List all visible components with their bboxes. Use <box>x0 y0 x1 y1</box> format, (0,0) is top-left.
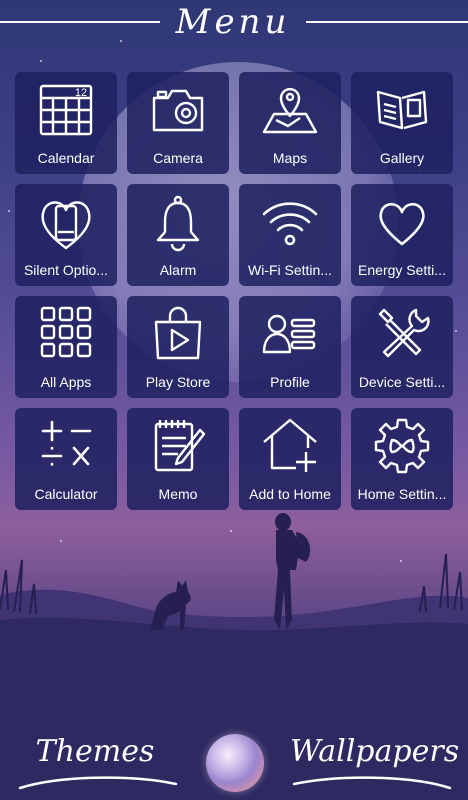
map-icon <box>262 87 318 134</box>
tile-add-to-home[interactable]: Add to Home <box>239 408 341 510</box>
moon-orb-button[interactable] <box>206 734 264 792</box>
page-title: Menu <box>175 2 291 42</box>
profile-icon <box>262 314 316 354</box>
wallpapers-underline <box>292 776 452 790</box>
tile-home-settings[interactable]: Home Settin... <box>351 408 453 510</box>
tile-wifi-settings[interactable]: Wi-Fi Settin... <box>239 184 341 286</box>
star <box>40 60 42 62</box>
grid-icon <box>40 306 92 358</box>
tile-all-apps[interactable]: All Apps <box>15 296 117 398</box>
tile-alarm[interactable]: Alarm <box>127 184 229 286</box>
tile-silent-options[interactable]: Silent Optio... <box>15 184 117 286</box>
tile-calculator[interactable]: Calculator <box>15 408 117 510</box>
tile-maps[interactable]: Maps <box>239 72 341 174</box>
gear-icon <box>374 418 430 474</box>
tile-label: Gallery <box>379 150 425 166</box>
tile-label: Silent Optio... <box>23 262 109 278</box>
calendar-icon: 12 <box>39 84 93 136</box>
wifi-icon <box>262 202 318 246</box>
tile-label: All Apps <box>40 374 92 390</box>
menu-header: Menu <box>0 0 468 50</box>
tile-label: Camera <box>153 150 203 166</box>
play-store-icon <box>154 306 202 360</box>
wallpapers-button[interactable]: Wallpapers <box>290 734 459 769</box>
star <box>455 330 457 332</box>
star <box>8 210 10 212</box>
tile-label: Alarm <box>159 262 197 278</box>
tile-label: Device Setti... <box>358 374 446 390</box>
tile-label: Play Store <box>145 374 211 390</box>
tile-label: Profile <box>270 374 310 390</box>
memo-icon <box>154 420 206 472</box>
header-divider-left <box>0 21 160 23</box>
gallery-icon <box>376 90 428 130</box>
tile-label: Maps <box>272 150 308 166</box>
tile-play-store[interactable]: Play Store <box>127 296 229 398</box>
tile-calendar[interactable]: 12 Calendar <box>15 72 117 174</box>
tile-label: Energy Setti... <box>358 262 446 278</box>
calendar-number: 12 <box>75 87 87 99</box>
tile-device-settings[interactable]: Device Setti... <box>351 296 453 398</box>
themes-button[interactable]: Themes <box>20 734 170 769</box>
add-home-icon <box>263 418 317 472</box>
tile-energy-settings[interactable]: Energy Setti... <box>351 184 453 286</box>
calculator-icon <box>41 420 92 466</box>
bell-icon <box>156 195 200 252</box>
moon-backdrop <box>78 62 398 382</box>
silent-phone-icon <box>41 201 91 250</box>
tile-camera[interactable]: Camera <box>127 72 229 174</box>
tile-label: Calendar <box>37 150 95 166</box>
header-divider-right <box>306 21 468 23</box>
heart-icon <box>379 202 425 246</box>
themes-underline <box>18 776 178 790</box>
camera-icon <box>152 89 204 132</box>
tools-icon <box>378 308 430 358</box>
tile-gallery[interactable]: Gallery <box>351 72 453 174</box>
bottom-bar: Themes Wallpapers <box>0 720 468 800</box>
tile-label: Wi-Fi Settin... <box>247 262 332 278</box>
tile-profile[interactable]: Profile <box>239 296 341 398</box>
tile-memo[interactable]: Memo <box>127 408 229 510</box>
